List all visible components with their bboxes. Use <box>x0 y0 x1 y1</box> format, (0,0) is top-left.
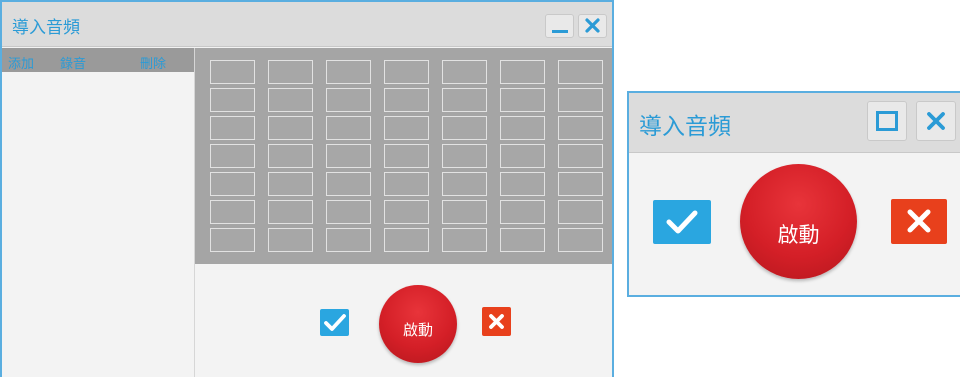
dialog-start-button[interactable]: 啟動 <box>740 164 857 279</box>
audio-pad-cell[interactable] <box>500 60 545 84</box>
audio-pad-cell[interactable] <box>442 172 487 196</box>
close-icon <box>585 18 600 33</box>
minimize-button[interactable] <box>545 14 574 38</box>
import-audio-window: 導入音頻 添加 錄音 刪除 啟動 <box>0 0 614 377</box>
audio-pad-cell[interactable] <box>558 144 603 168</box>
list-toolbar: 添加 錄音 刪除 <box>2 48 194 72</box>
audio-pad-cell[interactable] <box>326 144 371 168</box>
add-button[interactable]: 添加 <box>8 53 34 72</box>
title-bar[interactable]: 導入音頻 <box>2 2 612 47</box>
audio-pad-cell[interactable] <box>268 172 313 196</box>
audio-pad-cell[interactable] <box>268 116 313 140</box>
audio-pad-cell[interactable] <box>326 88 371 112</box>
audio-pad-cell[interactable] <box>268 228 313 252</box>
audio-pad-cell[interactable] <box>442 116 487 140</box>
audio-pad-cell[interactable] <box>210 200 255 224</box>
check-icon <box>324 314 346 331</box>
close-icon <box>927 112 945 130</box>
audio-pad-cell[interactable] <box>210 144 255 168</box>
audio-pad-cell[interactable] <box>442 60 487 84</box>
audio-pad-cell[interactable] <box>500 144 545 168</box>
audio-pad-cell[interactable] <box>442 88 487 112</box>
audio-pad-cell[interactable] <box>500 200 545 224</box>
audio-pad-cell[interactable] <box>558 228 603 252</box>
import-audio-dialog: 導入音頻 啟動 <box>627 91 960 297</box>
audio-list-panel: 添加 錄音 刪除 <box>2 48 195 377</box>
audio-pad-cell[interactable] <box>384 228 429 252</box>
maximize-icon <box>876 111 898 131</box>
record-button[interactable]: 錄音 <box>60 53 86 72</box>
audio-pad-cell[interactable] <box>500 228 545 252</box>
audio-pad-cell[interactable] <box>384 60 429 84</box>
maximize-button[interactable] <box>867 101 907 141</box>
audio-pad-cell[interactable] <box>268 60 313 84</box>
confirm-button[interactable] <box>320 309 349 336</box>
start-button-label: 啟動 <box>402 321 433 339</box>
close-button[interactable] <box>578 14 607 38</box>
audio-pad-cell[interactable] <box>326 116 371 140</box>
audio-list[interactable] <box>2 72 194 377</box>
audio-pad-cell[interactable] <box>442 200 487 224</box>
dialog-close-button[interactable] <box>916 101 956 141</box>
audio-pad-cell[interactable] <box>442 228 487 252</box>
audio-pad-cell[interactable] <box>268 200 313 224</box>
audio-pad-cell[interactable] <box>384 116 429 140</box>
audio-pad-cell[interactable] <box>500 172 545 196</box>
audio-pad-cell[interactable] <box>326 60 371 84</box>
dialog-start-button-label: 啟動 <box>777 223 820 247</box>
close-icon <box>907 209 931 233</box>
audio-pad-cell[interactable] <box>384 144 429 168</box>
audio-pad-cell[interactable] <box>558 116 603 140</box>
cancel-button[interactable] <box>482 307 511 336</box>
delete-button[interactable]: 刪除 <box>140 53 166 72</box>
dialog-confirm-button[interactable] <box>653 200 711 244</box>
audio-pad-cell[interactable] <box>384 172 429 196</box>
audio-pad-cell[interactable] <box>442 144 487 168</box>
audio-pad-cell[interactable] <box>558 200 603 224</box>
audio-pad-cell[interactable] <box>210 60 255 84</box>
minimize-icon <box>552 30 568 33</box>
audio-pad-cell[interactable] <box>210 172 255 196</box>
audio-pad-cell[interactable] <box>210 228 255 252</box>
audio-pad-cell[interactable] <box>384 88 429 112</box>
audio-pad-cell[interactable] <box>326 200 371 224</box>
audio-pad-cell[interactable] <box>268 144 313 168</box>
dialog-title: 導入音頻 <box>639 114 731 140</box>
audio-pad-cell[interactable] <box>210 116 255 140</box>
dialog-cancel-button[interactable] <box>891 199 947 244</box>
audio-pad-cell[interactable] <box>500 116 545 140</box>
close-icon <box>489 314 504 329</box>
audio-pad-cell[interactable] <box>558 172 603 196</box>
audio-pad-cell[interactable] <box>268 88 313 112</box>
dialog-title-bar[interactable]: 導入音頻 <box>629 93 960 153</box>
audio-pad-grid <box>195 48 612 264</box>
audio-pad-cell[interactable] <box>384 200 429 224</box>
audio-pad-cell[interactable] <box>326 172 371 196</box>
audio-pad-cell[interactable] <box>558 88 603 112</box>
audio-pad-cell[interactable] <box>500 88 545 112</box>
audio-pad-cell[interactable] <box>326 228 371 252</box>
audio-pad-cell[interactable] <box>558 60 603 84</box>
audio-pad-cell[interactable] <box>210 88 255 112</box>
window-title: 導入音頻 <box>12 18 80 38</box>
check-icon <box>666 210 698 234</box>
start-button[interactable]: 啟動 <box>379 285 457 363</box>
